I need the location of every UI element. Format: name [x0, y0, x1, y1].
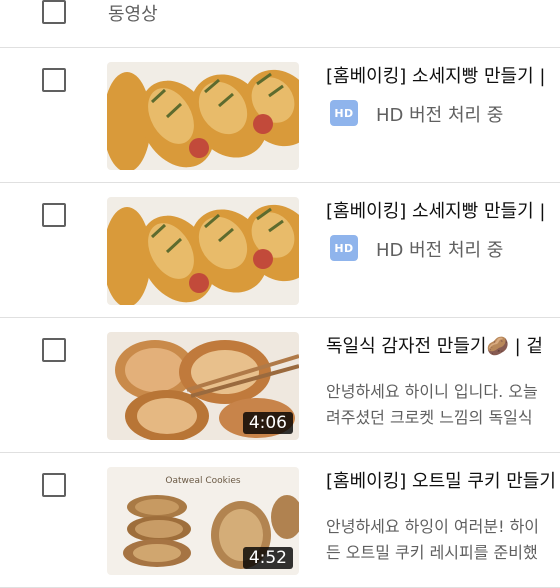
video-row-checkbox[interactable] — [42, 473, 66, 497]
video-thumbnail[interactable] — [107, 62, 299, 170]
hd-badge-icon: HD — [330, 235, 358, 261]
video-row-checkbox[interactable] — [42, 338, 66, 362]
video-description-line: 려주셨던 크로켓 느낌의 독일식 — [326, 408, 533, 427]
video-title[interactable]: 독일식 감자전 만들기🥔 | 겉 — [326, 332, 560, 358]
thumbnail-caption: Oatweal Cookies — [165, 476, 240, 486]
video-title[interactable]: [홈베이킹] 오트밀 쿠키 만들기 — [326, 467, 560, 493]
video-thumbnail[interactable]: 4:06 — [107, 332, 299, 440]
video-thumbnail[interactable] — [107, 197, 299, 305]
video-description-line: 든 오트밀 쿠키 레시피를 준비했 — [326, 543, 538, 562]
video-description-line: 안녕하세요 하잉이 여러분! 하이 — [326, 517, 540, 536]
video-row-checkbox[interactable] — [42, 68, 66, 92]
video-title[interactable]: [홈베이킹] 소세지빵 만들기 | — [326, 62, 560, 88]
video-row-checkbox[interactable] — [42, 203, 66, 227]
video-duration: 4:06 — [242, 412, 293, 434]
video-row[interactable]: Oatweal Cookies 4:52 [홈베이킹] 오트밀 쿠키 만들기 안… — [0, 453, 560, 588]
video-description-line: 안녕하세요 하이니 입니다. 오늘 — [326, 382, 538, 401]
video-thumbnail[interactable]: Oatweal Cookies 4:52 — [107, 467, 299, 575]
select-all-checkbox[interactable] — [42, 0, 66, 24]
video-list-header: 동영상 — [0, 0, 560, 48]
hd-status-text: HD 버전 처리 중 — [376, 240, 504, 261]
hd-badge-icon: HD — [330, 100, 358, 126]
video-duration: 4:52 — [242, 547, 293, 569]
video-row[interactable]: [홈베이킹] 소세지빵 만들기 | HD HD 버전 처리 중 — [0, 48, 560, 183]
video-row[interactable]: [홈베이킹] 소세지빵 만들기 | HD HD 버전 처리 중 — [0, 183, 560, 318]
video-row[interactable]: 4:06 독일식 감자전 만들기🥔 | 겉 안녕하세요 하이니 입니다. 오늘 … — [0, 318, 560, 453]
video-column-header: 동영상 — [108, 4, 158, 25]
hd-status-text: HD 버전 처리 중 — [376, 105, 504, 126]
video-title[interactable]: [홈베이킹] 소세지빵 만들기 | — [326, 197, 560, 223]
